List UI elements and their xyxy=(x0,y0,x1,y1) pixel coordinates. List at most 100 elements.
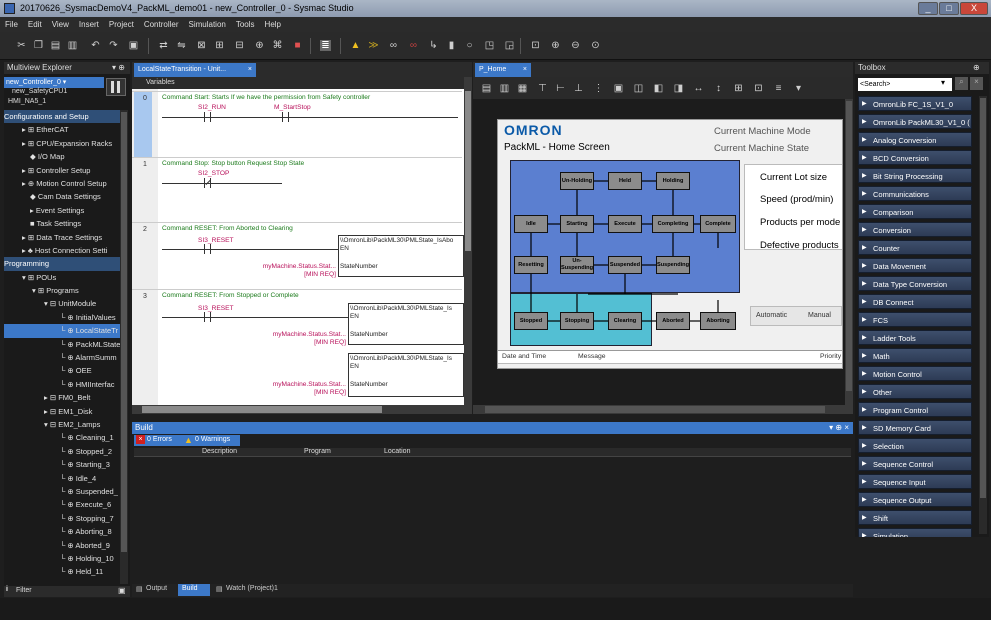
explorer-item[interactable]: └ ⊕ Idle_4 xyxy=(4,472,120,485)
ladder-rung[interactable] xyxy=(132,222,462,223)
explorer-item[interactable]: └ ⊕ PackMLState xyxy=(4,338,120,351)
toolbox-category[interactable]: Motion Control xyxy=(858,366,972,382)
warning-icon[interactable]: ▲ xyxy=(350,40,361,51)
simulation-icon[interactable]: ≣ xyxy=(320,40,331,51)
tab-p-home[interactable]: P_Home × xyxy=(475,63,531,77)
explorer-item[interactable]: ▾ ⊞ POUs xyxy=(4,271,120,284)
toolbox-category[interactable]: Math xyxy=(858,348,972,364)
layout-icon[interactable]: ◲ xyxy=(504,40,515,51)
explorer-item[interactable]: ▸ Event Settings xyxy=(4,204,120,217)
align-bottom-icon[interactable]: ⊥ xyxy=(573,83,584,94)
explorer-item[interactable]: ▸ ⊞ Controller Setup xyxy=(4,164,120,177)
toolbox-category[interactable]: Conversion xyxy=(858,222,972,238)
toolbox-category[interactable]: Communications xyxy=(858,186,972,202)
explorer-item[interactable]: └ ⊕ Cleaning_1 xyxy=(4,431,120,444)
link-icon[interactable]: ∞ xyxy=(388,40,399,51)
hmi-vertical-scrollbar[interactable] xyxy=(845,99,853,405)
warning-clear-icon[interactable]: ≫ xyxy=(368,40,379,51)
toolbox-category[interactable]: Comparison xyxy=(858,204,972,220)
explorer-item[interactable]: ■ Task Settings xyxy=(4,217,120,230)
safety-device[interactable]: new_SafetyCPU1 xyxy=(12,88,67,95)
contact-variable[interactable]: SI3_RESET xyxy=(198,305,234,312)
explorer-item[interactable]: ▸ ♣ Host Connection Setti xyxy=(4,244,120,257)
copy-icon[interactable]: ❐ xyxy=(33,40,44,51)
step-icon[interactable]: ↳ xyxy=(428,40,439,51)
explorer-item[interactable]: ▾ ⊟ UnitModule xyxy=(4,297,120,310)
maximize-button[interactable]: □ xyxy=(939,2,959,15)
paste-icon[interactable]: ▤ xyxy=(50,40,61,51)
toolbox-category[interactable]: Ladder Tools xyxy=(858,330,972,346)
explorer-item[interactable]: └ ⊕ OEE xyxy=(4,364,120,377)
explorer-item[interactable]: ▸ ⊞ Data Trace Settings xyxy=(4,231,120,244)
explorer-item[interactable]: └ ⊕ AlarmSumm xyxy=(4,351,120,364)
pause-icon[interactable]: ▮ xyxy=(446,40,457,51)
menu-insert[interactable]: Insert xyxy=(74,17,104,32)
explorer-item[interactable]: └ ⊕ Aborted_9 xyxy=(4,539,120,552)
transfer-icon[interactable]: ⊞ xyxy=(214,40,225,51)
grid-icon[interactable]: ⊞ xyxy=(733,83,744,94)
explorer-item[interactable]: └ ⊕ Suspended_ xyxy=(4,485,120,498)
toolbox-category[interactable]: Sequence Output xyxy=(858,492,972,508)
menu-edit[interactable]: Edit xyxy=(23,17,47,32)
distribute-icon[interactable]: ⋮ xyxy=(593,83,604,94)
toolbox-category[interactable]: Counter xyxy=(858,240,972,256)
toolbox-category[interactable]: Shift xyxy=(858,510,972,526)
explorer-item[interactable]: └ ⊕ Stopped_2 xyxy=(4,445,120,458)
ladder-rung[interactable] xyxy=(132,289,462,290)
errors-filter-button[interactable]: 0 Errors xyxy=(147,436,172,443)
explorer-item[interactable]: ▸ ⊞ CPU/Expansion Racks xyxy=(4,137,120,150)
explorer-item[interactable]: └ ⊕ InitialValues xyxy=(4,311,120,324)
explorer-item[interactable]: └ ⊕ Execute_6 xyxy=(4,498,120,511)
offline-icon[interactable]: ⇋ xyxy=(176,40,187,51)
menu-help[interactable]: Help xyxy=(260,17,286,32)
explorer-item[interactable]: └ ⊕ HMIInterfac xyxy=(4,378,120,391)
align-left-icon[interactable]: ▤ xyxy=(481,83,492,94)
explorer-item[interactable]: └ ⊕ Holding_10 xyxy=(4,552,120,565)
contact-variable[interactable]: SI3_RESET xyxy=(198,237,234,244)
monitor-icon[interactable]: ⊕ xyxy=(254,40,265,51)
toolbox-category[interactable]: Sequence Input xyxy=(858,474,972,490)
order-icon[interactable]: ≡ xyxy=(773,83,784,94)
automatic-mode-button[interactable]: Automatic xyxy=(756,312,787,319)
align-right-icon[interactable]: ▦ xyxy=(517,83,528,94)
watch-tab-icon[interactable]: ▤ xyxy=(216,585,223,593)
close-icon[interactable]: × xyxy=(248,63,252,77)
zoom-out-icon[interactable]: ⊖ xyxy=(570,40,581,51)
explorer-item[interactable]: ▸ ⊟ FM0_Belt xyxy=(4,391,120,404)
variables-bar[interactable]: Variables xyxy=(132,77,464,89)
send-back-icon[interactable]: ◨ xyxy=(673,83,684,94)
menu-tools[interactable]: Tools xyxy=(231,17,260,32)
explorer-item[interactable]: └ ⊕ Starting_3 xyxy=(4,458,120,471)
warnings-filter-button[interactable]: 0 Warnings xyxy=(195,436,230,443)
toolbox-category[interactable]: SD Memory Card xyxy=(858,420,972,436)
zoom-reset-icon[interactable]: ⊙ xyxy=(590,40,601,51)
explorer-item[interactable]: ▾ ⊟ EM2_Lamps xyxy=(4,418,120,431)
pane-controls[interactable]: ▾ ⊕ × xyxy=(829,422,849,434)
compare-icon[interactable]: ⊟ xyxy=(234,40,245,51)
toolbox-category[interactable]: Sequence Control xyxy=(858,456,972,472)
align-center-icon[interactable]: ▥ xyxy=(499,83,510,94)
toolbox-category[interactable]: FCS xyxy=(858,312,972,328)
contact-variable[interactable]: M_StartStop xyxy=(274,104,311,111)
toolbox-category[interactable]: Other xyxy=(858,384,972,400)
undo-icon[interactable]: ↶ xyxy=(90,40,101,51)
contact-variable[interactable]: SI2_RUN xyxy=(198,104,226,111)
toolbox-category[interactable]: Data Type Conversion xyxy=(858,276,972,292)
close-icon[interactable]: × xyxy=(523,63,527,77)
hmi-horizontal-scrollbar[interactable] xyxy=(473,405,853,414)
explorer-item[interactable]: └ ⊕ Aborting_8 xyxy=(4,525,120,538)
controller-selector[interactable]: new_Controller_0 ▾ xyxy=(4,77,104,88)
ladder-rung[interactable] xyxy=(132,157,462,158)
ladder-rung[interactable] xyxy=(132,91,462,92)
toolbox-category[interactable]: Selection xyxy=(858,438,972,454)
save-icon[interactable]: ▣ xyxy=(128,40,139,51)
bring-front-icon[interactable]: ◧ xyxy=(653,83,664,94)
binoculars-icon[interactable]: ⌘ xyxy=(272,40,283,51)
explorer-item[interactable]: ▸ ⊟ EM1_Disk xyxy=(4,405,120,418)
toolbox-category[interactable]: OmronLib PackML30_V1_0 ( xyxy=(858,114,972,130)
menu-controller[interactable]: Controller xyxy=(139,17,184,32)
refresh-icon[interactable]: ○ xyxy=(464,40,475,51)
align-top-icon[interactable]: ⊤ xyxy=(537,83,548,94)
output-tab-icon[interactable]: ▤ xyxy=(136,585,143,593)
minimize-button[interactable]: _ xyxy=(918,2,938,15)
